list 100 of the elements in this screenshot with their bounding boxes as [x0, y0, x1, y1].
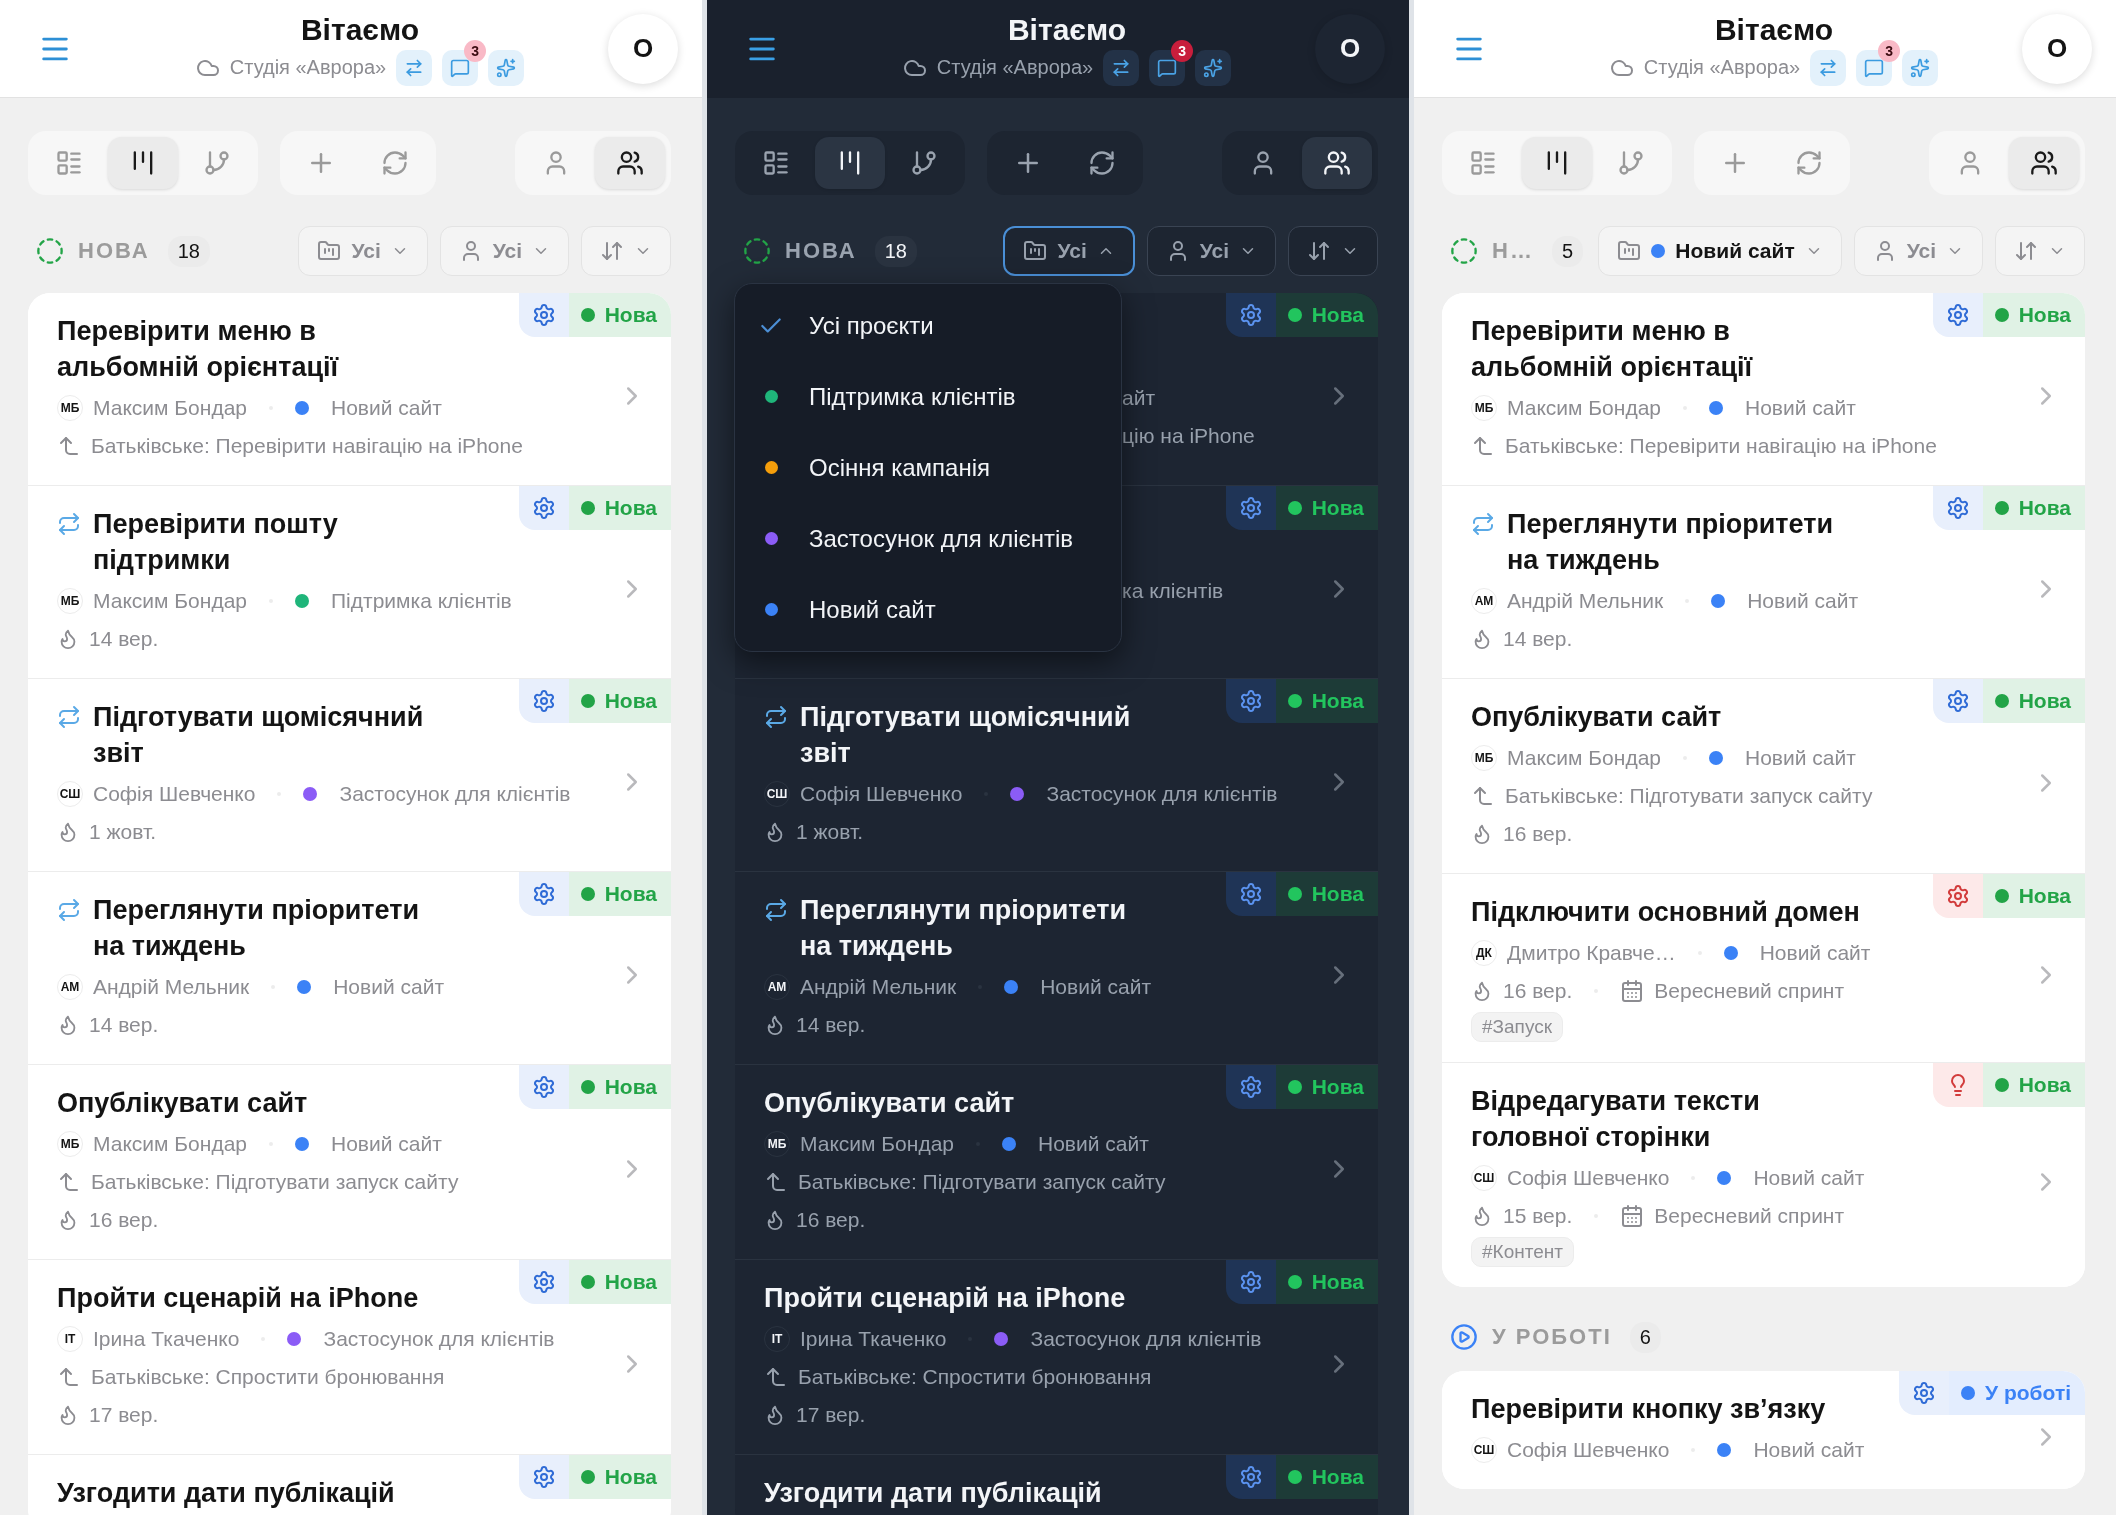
task-title: Опублікувати сайт: [57, 1087, 308, 1120]
status-label: Нова: [2018, 496, 2071, 520]
project-name: Новий сайт: [1745, 396, 1856, 420]
task-title: Перевірити пошту підтримки: [93, 508, 338, 577]
assignee-name: Максим Бондар: [800, 1132, 954, 1156]
task-title: Узгодити дати публікацій: [57, 1477, 395, 1510]
due-date: 16 вер.: [796, 1208, 866, 1232]
group-count: 6: [1629, 1321, 1661, 1353]
status-label: Нова: [1311, 689, 1364, 713]
menu-item-label: Підтримка клієнтів: [809, 382, 1016, 411]
page-title: Вітаємо: [300, 11, 420, 48]
status-label: Нова: [1311, 496, 1364, 520]
due-date: 14 вер.: [89, 1013, 159, 1037]
assignee-name: Андрій Мельник: [1507, 589, 1664, 613]
status-label: Нова: [2018, 884, 2071, 908]
parent-task: Батьківське: Підготувати запуск сайту: [798, 1170, 1166, 1194]
project-name: Застосунок для клієнтів: [339, 782, 571, 806]
parent-task: Батьківське: Підготувати запуск сайту: [91, 1170, 459, 1194]
status-label: Нова: [604, 882, 657, 906]
status-label: Нова: [604, 1075, 657, 1099]
task-title: Опублікувати сайт: [764, 1087, 1015, 1120]
project-name: Новий сайт: [1745, 746, 1856, 770]
task-title: Пройти сценарій на iPhone: [57, 1282, 419, 1315]
project-name: Новий сайт: [331, 396, 442, 420]
status-label: У роботі: [1985, 1381, 2071, 1405]
assignee-name: Ірина Ткаченко: [800, 1327, 947, 1351]
assignee-name: Максим Бондар: [93, 396, 247, 420]
status-label: Нова: [604, 1270, 657, 1294]
assignee-name: Софія Шевченко: [800, 782, 963, 806]
group-label: НОВА: [78, 238, 150, 264]
assignee-name: Андрій Мельник: [93, 975, 250, 999]
status-label: Нова: [604, 1465, 657, 1489]
due-date: 14 вер.: [1503, 627, 1573, 651]
menu-item-label: Застосунок для клієнтів: [809, 524, 1074, 553]
group-count: 18: [874, 235, 917, 267]
project-name: Новий сайт: [1038, 1132, 1149, 1156]
status-label: Нова: [604, 496, 657, 520]
task-title: Підключити основний домен: [1471, 896, 1860, 929]
workspace-name: Студія «Аврора»: [1643, 56, 1801, 79]
project-name: Застосунок для клієнтів: [1046, 782, 1278, 806]
status-label: Нова: [2018, 689, 2071, 713]
assignee-name: Софія Шевченко: [1507, 1438, 1670, 1462]
assignee-name: Максим Бондар: [93, 1132, 247, 1156]
count-badge: 3: [1878, 39, 1901, 62]
due-date: 14 вер.: [796, 1013, 866, 1037]
status-label: Нова: [1311, 303, 1364, 327]
menu-item-label: Усі проєкти: [809, 311, 934, 340]
menu-item-label: Новий сайт: [809, 595, 936, 624]
meta-text: ка клієнтів: [1122, 579, 1224, 603]
assignee-name: Дмитро Кравче…: [1507, 941, 1676, 965]
task-title: Пройти сценарій на iPhone: [764, 1282, 1126, 1315]
due-date: 1 жовт.: [89, 820, 157, 844]
tag-chip: #Контент: [1471, 1237, 1574, 1267]
project-name: Застосунок для клієнтів: [323, 1327, 555, 1351]
due-date: 16 вер.: [1503, 979, 1573, 1003]
task-title: Підготувати щомісячний звіт: [93, 701, 424, 770]
parent-task: Батьківське: Підготувати запуск сайту: [1505, 784, 1873, 808]
assignee-name: Ірина Ткаченко: [93, 1327, 240, 1351]
status-label: Нова: [1311, 1270, 1364, 1294]
count-badge: 3: [464, 39, 487, 62]
workspace-name: Студія «Аврора»: [229, 56, 387, 79]
due-date: 17 вер.: [796, 1403, 866, 1427]
task-title: Опублікувати сайт: [1471, 701, 1722, 734]
project-name: Новий сайт: [1753, 1166, 1865, 1190]
task-title: Переглянути пріоритети на тиждень: [1507, 508, 1833, 577]
status-label: Нова: [2018, 303, 2071, 327]
status-label: Нова: [604, 303, 657, 327]
assignee-name: Софія Шевченко: [93, 782, 256, 806]
assignee-name: Софія Шевченко: [1507, 1166, 1670, 1190]
due-date: 17 вер.: [89, 1403, 159, 1427]
assignee-name: Андрій Мельник: [800, 975, 957, 999]
task-title: Відредагувати тексти головної сторінки: [1471, 1085, 1760, 1154]
page-title: Вітаємо: [1007, 11, 1127, 48]
workspace-name: Студія «Аврора»: [936, 56, 1094, 79]
task-title: Перевірити кнопку зв’язку: [1471, 1393, 1826, 1426]
project-name: Новий сайт: [331, 1132, 442, 1156]
task-title: Узгодити дати публікацій: [764, 1477, 1102, 1510]
project-name: Новий сайт: [1753, 1438, 1865, 1462]
parent-task: Батьківське: Спростити бронювання: [798, 1365, 1152, 1389]
project-name: Новий сайт: [1747, 589, 1858, 613]
task-title: Перевірити меню в альбомній орієнтації: [57, 315, 339, 384]
due-date: 16 вер.: [89, 1208, 159, 1232]
project-name: Новий сайт: [1759, 941, 1871, 965]
group-label: Н…: [1492, 238, 1534, 264]
status-label: Нова: [604, 689, 657, 713]
assignee-name: Максим Бондар: [1507, 396, 1661, 420]
project-name: Застосунок для клієнтів: [1030, 1327, 1262, 1351]
tag-chip: #Запуск: [1471, 1012, 1563, 1042]
group-label: НОВА: [785, 238, 857, 264]
page-title: Вітаємо: [1714, 11, 1834, 48]
project-name: Новий сайт: [333, 975, 444, 999]
parent-task: Батьківське: Спростити бронювання: [91, 1365, 445, 1389]
group-label: У РОБОТІ: [1492, 1324, 1612, 1350]
parent-task: Батьківське: Перевірити навігацію на iPhone: [91, 434, 523, 458]
task-title: Підготувати щомісячний звіт: [800, 701, 1131, 770]
group-count: 18: [167, 235, 210, 267]
status-label: Нова: [2018, 1073, 2071, 1097]
assignee-name: Максим Бондар: [93, 589, 247, 613]
task-title: Переглянути пріоритети на тиждень: [800, 894, 1126, 963]
due-date: 15 вер.: [1503, 1204, 1573, 1228]
